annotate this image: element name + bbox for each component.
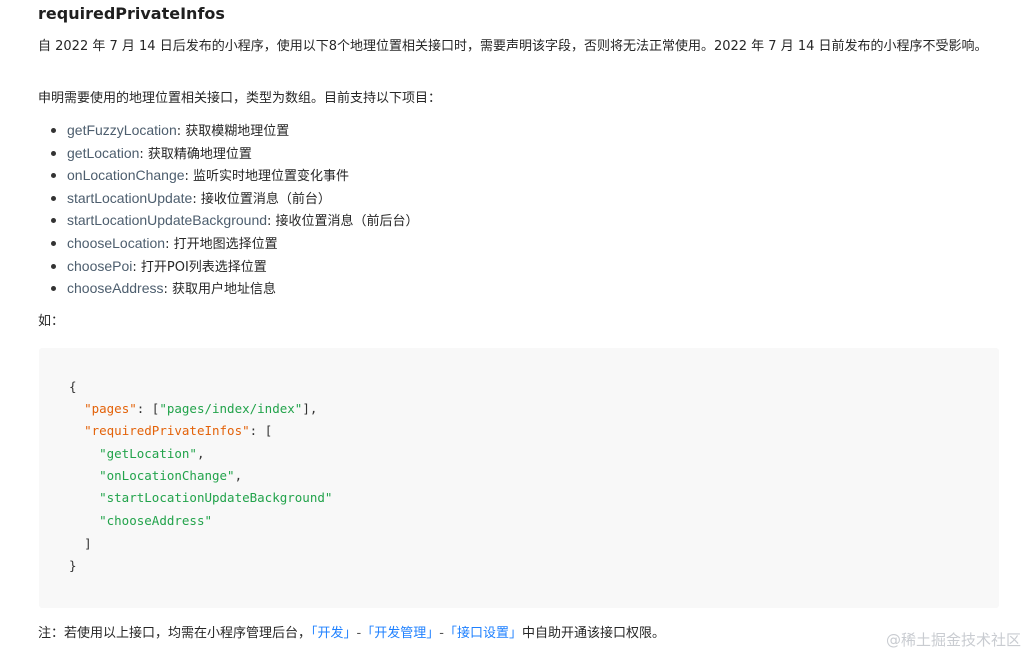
note-paragraph: 注：若使用以上接口，均需在小程序管理后台，「开发」-「开发管理」-「接口设置」中… xyxy=(38,623,665,645)
api-description: : 接收位置消息（前后台） xyxy=(267,214,419,230)
code-key: "pages" xyxy=(84,401,137,416)
code-token: , xyxy=(234,468,243,483)
bullet-icon xyxy=(51,128,56,133)
api-description: : 监听实时地理位置变化事件 xyxy=(184,169,350,185)
note-suffix: 中自助开通该接口权限。 xyxy=(521,626,665,641)
bullet-icon xyxy=(51,286,56,292)
api-name: getLocation xyxy=(67,144,140,161)
code-line: "onLocationChange", xyxy=(69,466,242,486)
code-token: } xyxy=(69,558,77,573)
code-string: "getLocation" xyxy=(99,446,197,461)
code-line: "requiredPrivateInfos": [ xyxy=(69,421,272,441)
api-name: chooseAddress xyxy=(67,280,164,297)
list-item: chooseLocation: 打开地图选择位置 xyxy=(38,232,419,255)
watermark: @稀土掘金技术社区 xyxy=(885,631,1021,649)
bullet-icon xyxy=(51,240,56,246)
api-description: : 获取精确地理位置 xyxy=(139,146,252,162)
api-name: chooseLocation xyxy=(67,234,166,251)
bullet-icon xyxy=(51,263,56,269)
code-string: "pages/index/index" xyxy=(159,401,303,416)
link-develop[interactable]: 「开发」 xyxy=(311,626,357,641)
api-name: startLocationUpdate xyxy=(67,189,193,206)
code-string: "chooseAddress" xyxy=(99,513,212,528)
api-description: : 获取模糊地理位置 xyxy=(176,124,290,139)
api-description: : 打开地图选择位置 xyxy=(165,236,278,252)
code-line: "pages": ["pages/index/index"], xyxy=(69,399,317,419)
code-token: ] xyxy=(84,536,92,551)
list-item: onLocationChange: 监听实时地理位置变化事件 xyxy=(38,164,419,187)
section-title: requiredPrivateInfos xyxy=(38,4,225,23)
api-name: getFuzzyLocation xyxy=(67,122,177,138)
code-token: ], xyxy=(302,401,318,416)
bullet-icon xyxy=(51,218,56,224)
list-item: getLocation: 获取精确地理位置 xyxy=(38,142,419,165)
list-item: startLocationUpdateBackground: 接收位置消息（前后… xyxy=(38,209,419,232)
bullet-icon xyxy=(51,173,56,179)
note-prefix: 注：若使用以上接口，均需在小程序管理后台， xyxy=(38,626,312,641)
code-key: "requiredPrivateInfos" xyxy=(84,423,250,438)
bullet-icon xyxy=(51,195,56,201)
code-line: "startLocationUpdateBackground" xyxy=(69,488,332,508)
api-description: : 接收位置消息（前台） xyxy=(192,191,331,207)
api-description: : 获取用户地址信息 xyxy=(163,282,277,298)
code-line: { xyxy=(69,377,77,397)
description-paragraph: 申明需要使用的地理位置相关接口，类型为数组。目前支持以下项目： xyxy=(38,91,442,106)
example-label: 如： xyxy=(38,314,65,329)
list-item: choosePoi: 打开POI列表选择位置 xyxy=(38,255,419,278)
bullet-icon xyxy=(51,150,56,156)
link-interface-settings[interactable]: 「接口设置」 xyxy=(444,626,522,641)
code-token: , xyxy=(196,446,205,461)
code-token: { xyxy=(69,379,77,394)
api-name: choosePoi xyxy=(67,257,133,274)
api-list: getFuzzyLocation: 获取模糊地理位置 getLocation: … xyxy=(38,119,419,300)
code-token: : [ xyxy=(249,423,273,438)
code-line: } xyxy=(69,556,77,576)
list-item: chooseAddress: 获取用户地址信息 xyxy=(38,277,419,300)
code-token: : [ xyxy=(136,401,160,416)
api-name: startLocationUpdateBackground xyxy=(67,212,268,229)
code-line: "chooseAddress" xyxy=(69,511,212,531)
list-item: startLocationUpdate: 接收位置消息（前台） xyxy=(38,187,419,210)
api-name: onLocationChange xyxy=(67,167,185,184)
code-string: "startLocationUpdateBackground" xyxy=(99,490,333,505)
intro-paragraph: 自 2022 年 7 月 14 日后发布的小程序，使用以下8个地理位置相关接口时… xyxy=(38,39,988,54)
link-develop-management[interactable]: 「开发管理」 xyxy=(361,626,439,641)
code-line: ] xyxy=(69,534,92,554)
list-item: getFuzzyLocation: 获取模糊地理位置 xyxy=(38,119,419,142)
code-line: "getLocation", xyxy=(69,444,204,464)
code-string: "onLocationChange" xyxy=(99,468,235,483)
api-description: : 打开POI列表选择位置 xyxy=(132,259,267,275)
code-block[interactable]: { "pages": ["pages/index/index"], "requi… xyxy=(39,348,999,608)
